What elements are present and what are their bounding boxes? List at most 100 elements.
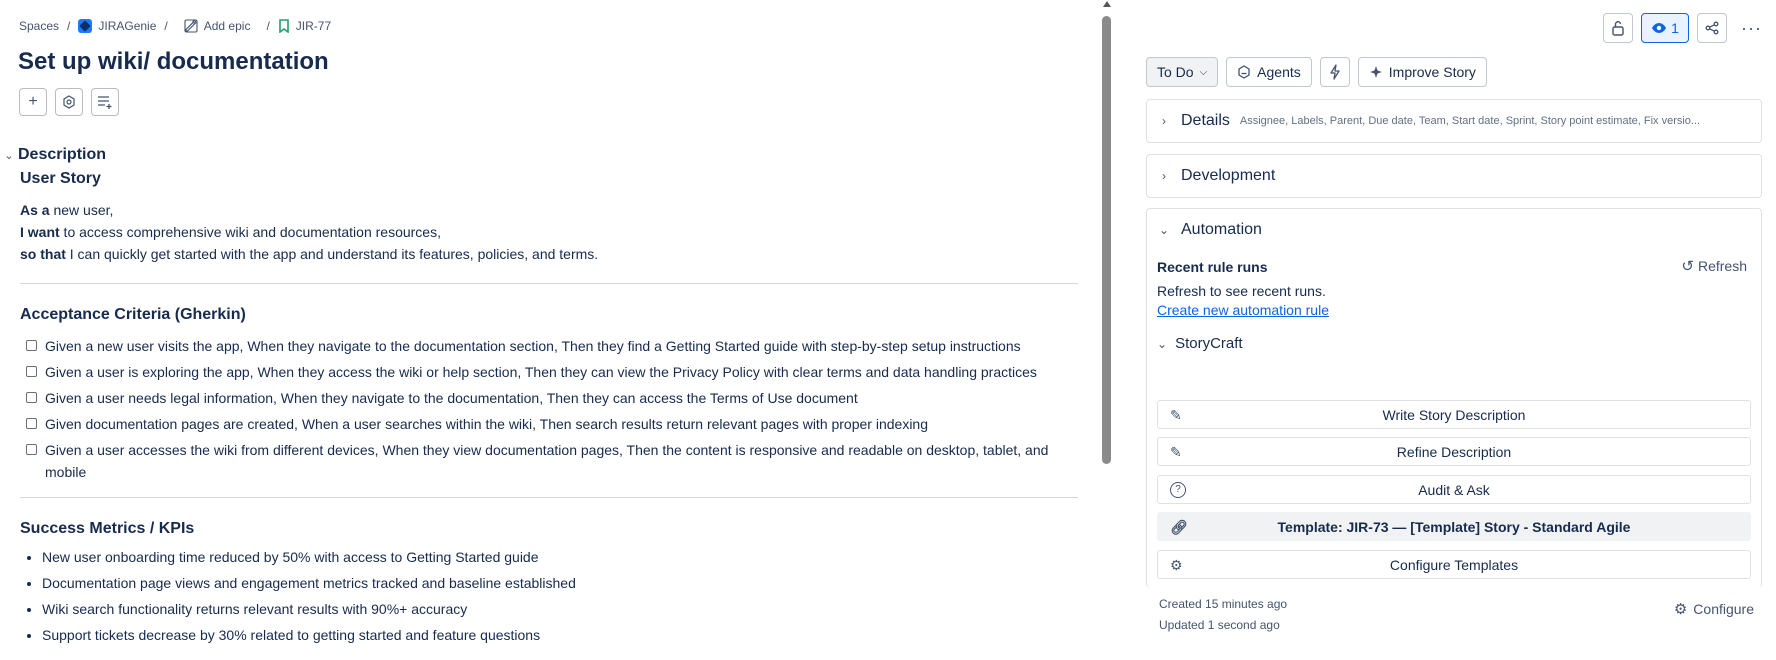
list-item: New user onboarding time reduced by 50% … [42, 544, 1078, 570]
improve-story-button[interactable]: Improve Story [1357, 57, 1487, 87]
breadcrumb-project[interactable]: JIRAGenie [78, 19, 156, 33]
issue-main: Spaces / JIRAGenie / Add epic / JIR-77 S… [0, 0, 1096, 660]
more-actions-button[interactable]: ··· [1735, 13, 1768, 43]
template-button[interactable]: 🔗︎ Template: JIR-73 — [Template] Story -… [1157, 512, 1751, 541]
edit-icon [184, 19, 198, 33]
breadcrumb: Spaces / JIRAGenie / Add epic / JIR-77 [19, 19, 331, 33]
sparkle-icon [1369, 66, 1382, 78]
share-button[interactable] [1697, 13, 1728, 43]
agents-icon [1238, 65, 1250, 79]
breadcrumb-issue-key[interactable]: JIR-77 [278, 19, 331, 33]
more-icon: ··· [1741, 17, 1762, 38]
configure-templates-button[interactable]: ⚙ Configure Templates [1157, 550, 1751, 579]
apps-icon[interactable] [55, 88, 83, 116]
gear-icon: ⚙ [1673, 601, 1688, 618]
write-story-button[interactable]: ✎ Write Story Description [1157, 400, 1751, 429]
top-actions: 1 ··· [1603, 13, 1768, 43]
issue-title[interactable]: Set up wiki/ documentation [18, 48, 329, 76]
agents-button[interactable]: Agents [1226, 57, 1312, 87]
story-line: As a new user, [20, 202, 114, 218]
refine-description-button[interactable]: ✎ Refine Description [1157, 437, 1751, 466]
scrollbar-thumb[interactable] [1102, 16, 1111, 464]
gear-icon: ⚙ [1170, 557, 1183, 573]
description-header[interactable]: ⌄ Description [0, 146, 106, 164]
story-line: so that I can quickly get started with t… [20, 246, 599, 262]
story-bookmark-icon [278, 19, 289, 33]
created-timestamp: Created 15 minutes ago [1159, 597, 1288, 611]
updated-timestamp: Updated 1 second ago [1159, 618, 1280, 632]
metrics-heading: Success Metrics / KPIs [20, 520, 195, 537]
status-dropdown[interactable]: To Do ⌵ [1146, 57, 1219, 87]
details-title: Details [1181, 112, 1230, 129]
checkbox[interactable] [26, 366, 37, 377]
eye-icon [1652, 23, 1667, 33]
share-icon [1705, 21, 1719, 35]
project-icon [78, 19, 93, 33]
edit-icon: ✎ [1170, 444, 1182, 460]
checkbox[interactable] [26, 444, 37, 455]
checkbox[interactable] [26, 418, 37, 429]
checkbox[interactable] [26, 392, 37, 403]
link-icon: 🔗︎ [1170, 519, 1188, 535]
recent-runs-text: Refresh to see recent runs. [1157, 283, 1326, 299]
watch-button[interactable]: 1 [1641, 13, 1690, 43]
acceptance-item: Given a new user visits the app, When th… [20, 335, 1078, 357]
acceptance-item: Given a user needs legal information, Wh… [20, 387, 1078, 409]
checkbox[interactable] [26, 340, 37, 351]
divider [20, 497, 1078, 498]
automation-header[interactable]: ⌄ Automation [1147, 209, 1761, 251]
agents-label: Agents [1257, 64, 1301, 80]
lock-button[interactable] [1603, 13, 1634, 43]
chevron-right-icon: › [1162, 114, 1166, 128]
improve-story-label: Improve Story [1388, 64, 1476, 80]
description-content[interactable]: User Story As a new user, I want to acce… [20, 170, 1078, 648]
details-summary: Assignee, Labels, Parent, Due date, Team… [1239, 115, 1701, 127]
refresh-button[interactable]: ↺ Refresh [1681, 257, 1747, 275]
chevron-down-icon[interactable]: ⌄ [0, 149, 18, 162]
list-item: Wiki search functionality returns releva… [42, 596, 1078, 622]
issue-sidebar: 1 ··· To Do ⌵ Agents Improve Story › Det… [1114, 0, 1776, 660]
issue-action-row: + [19, 88, 119, 116]
question-icon: ? [1170, 482, 1186, 498]
breadcrumb-add-epic[interactable]: Add epic [184, 19, 251, 33]
recent-runs-heading: Recent rule runs [1157, 259, 1268, 275]
metrics-list: New user onboarding time reduced by 50% … [20, 544, 1078, 648]
acceptance-item: Given a user accesses the wiki from diff… [20, 439, 1060, 483]
development-panel[interactable]: › Development [1146, 154, 1762, 198]
refresh-label: Refresh [1697, 258, 1747, 274]
acceptance-item: Given documentation pages are created, W… [20, 413, 1078, 435]
development-title: Development [1181, 167, 1276, 184]
list-item: Documentation page views and engagement … [42, 570, 1078, 596]
user-story-heading: User Story [20, 170, 101, 187]
chevron-down-icon: ⌄ [1158, 223, 1170, 237]
breadcrumb-project-label[interactable]: JIRAGenie [98, 19, 156, 33]
storycraft-title: StoryCraft [1175, 335, 1243, 352]
chevron-down-icon: ⌄ [1157, 336, 1168, 351]
breadcrumb-separator: / [266, 19, 270, 33]
breadcrumb-separator: / [164, 19, 168, 33]
status-label: To Do [1157, 64, 1194, 80]
configure-button[interactable]: ⚙ Configure [1674, 600, 1754, 618]
lightning-button[interactable] [1319, 57, 1350, 87]
add-icon[interactable]: + [19, 88, 47, 116]
breadcrumb-spaces[interactable]: Spaces [19, 19, 59, 33]
issue-key[interactable]: JIR-77 [296, 19, 331, 33]
breadcrumb-add-epic-label[interactable]: Add epic [204, 19, 251, 33]
configure-label: Configure [1693, 601, 1754, 617]
details-panel[interactable]: › Details Assignee, Labels, Parent, Due … [1146, 99, 1762, 143]
lightning-icon [1330, 64, 1340, 80]
create-rule-link[interactable]: Create new automation rule [1157, 302, 1329, 318]
list-add-icon[interactable] [91, 88, 119, 116]
breadcrumb-separator: / [67, 19, 71, 33]
automation-title: Automation [1181, 221, 1262, 238]
scroll-up-icon[interactable] [1103, 1, 1111, 7]
list-item: Support tickets decrease by 30% related … [42, 622, 1078, 648]
story-line: I want to access comprehensive wiki and … [20, 224, 441, 240]
divider [20, 283, 1078, 284]
automation-panel: ⌄ Automation Recent rule runs ↺ Refresh … [1146, 208, 1762, 588]
audit-ask-button[interactable]: ? Audit & Ask [1157, 475, 1751, 504]
main-scrollbar[interactable] [1100, 0, 1114, 660]
storycraft-header[interactable]: ⌄ StoryCraft [1157, 335, 1243, 352]
acceptance-item: Given a user is exploring the app, When … [20, 361, 1078, 383]
unlock-icon [1612, 21, 1624, 36]
